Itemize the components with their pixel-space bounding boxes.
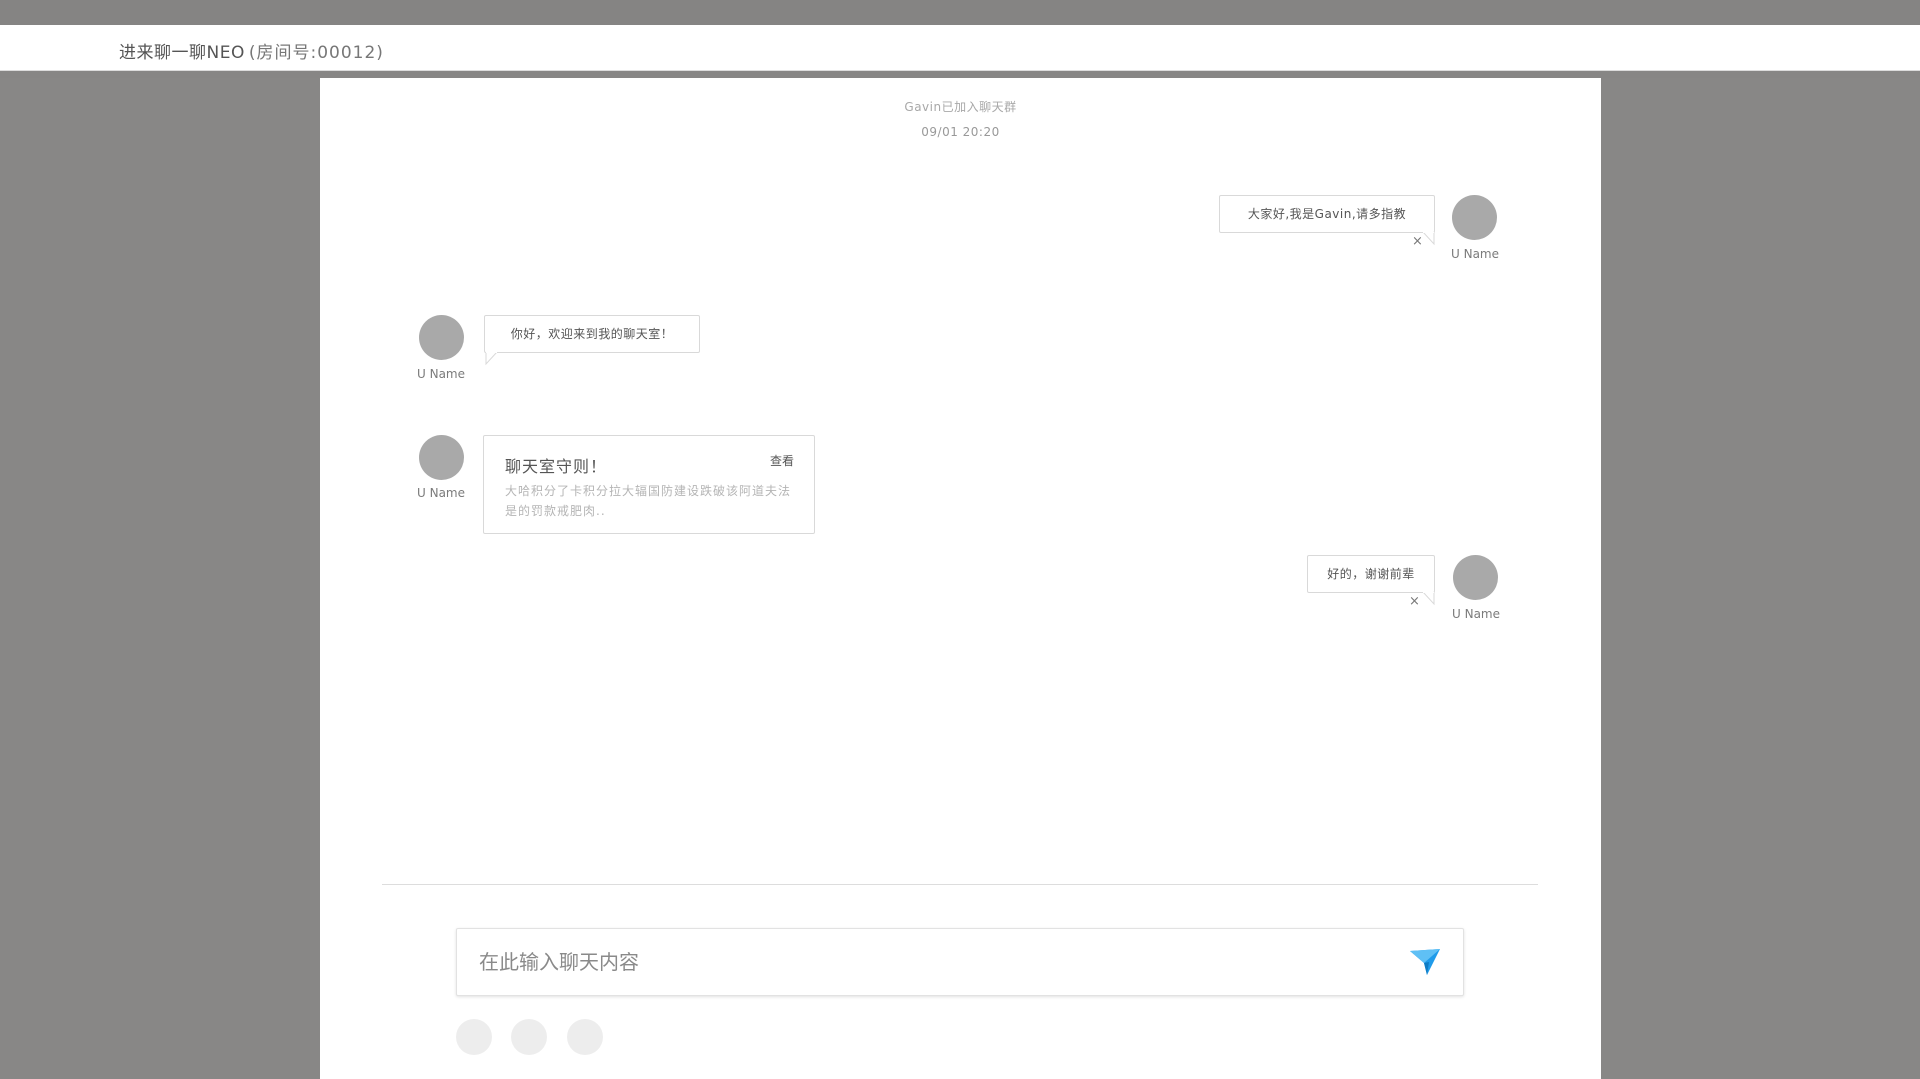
- page-title: 进来聊一聊NEO (房间号:00012): [119, 38, 384, 63]
- bubble-tail: [1422, 232, 1435, 246]
- app-title: 进来聊一聊NEO: [119, 43, 245, 63]
- message-text: 你好，欢迎来到我的聊天室！: [510, 327, 674, 341]
- rules-card[interactable]: 聊天室守则！ 查看 大哈积分了卡积分拉大辐国防建设跌破该阿道夫法是的罚款戒肥肉.…: [483, 435, 815, 534]
- user-name: U Name: [1451, 247, 1499, 261]
- user-name: U Name: [417, 367, 465, 381]
- bubble-tail: [1422, 592, 1435, 606]
- close-icon[interactable]: ×: [1409, 595, 1420, 608]
- message-text: 好的，谢谢前辈: [1327, 567, 1415, 581]
- top-strip: [0, 0, 1920, 25]
- view-link[interactable]: 查看: [770, 452, 794, 469]
- file-button[interactable]: [567, 1019, 603, 1055]
- paper-plane-icon[interactable]: [1409, 948, 1441, 976]
- user-name: U Name: [417, 486, 465, 500]
- bubble-tail: [485, 352, 498, 366]
- timestamp: 09/01 20:20: [921, 125, 1000, 139]
- avatar[interactable]: [419, 315, 464, 360]
- gap-strip: [0, 71, 1920, 78]
- emoji-button[interactable]: [456, 1019, 492, 1055]
- user-name: U Name: [1452, 607, 1500, 621]
- message-composer: [456, 928, 1464, 996]
- avatar[interactable]: [1452, 195, 1497, 240]
- message-text: 大家好,我是Gavin,请多指教: [1247, 207, 1407, 221]
- composer-divider: [382, 884, 1538, 885]
- close-icon[interactable]: ×: [1412, 235, 1423, 248]
- avatar[interactable]: [1453, 555, 1498, 600]
- message-bubble-right[interactable]: 大家好,我是Gavin,请多指教: [1219, 195, 1435, 233]
- card-body: 大哈积分了卡积分拉大辐国防建设跌破该阿道夫法是的罚款戒肥肉..: [505, 484, 792, 518]
- chat-panel: Gavin已加入聊天群 09/01 20:20 大家好,我是Gavin,请多指教…: [320, 78, 1601, 1079]
- message-bubble-left[interactable]: 你好，欢迎来到我的聊天室！: [484, 315, 700, 353]
- message-input[interactable]: [479, 947, 1379, 977]
- join-notice: Gavin已加入聊天群: [904, 100, 1017, 114]
- avatar[interactable]: [419, 435, 464, 480]
- room-number: (房间号:00012): [248, 43, 384, 63]
- message-bubble-right[interactable]: 好的，谢谢前辈: [1307, 555, 1435, 593]
- header-bar: 进来聊一聊NEO (房间号:00012): [0, 25, 1920, 71]
- card-title: 聊天室守则！: [505, 457, 608, 476]
- image-button[interactable]: [511, 1019, 547, 1055]
